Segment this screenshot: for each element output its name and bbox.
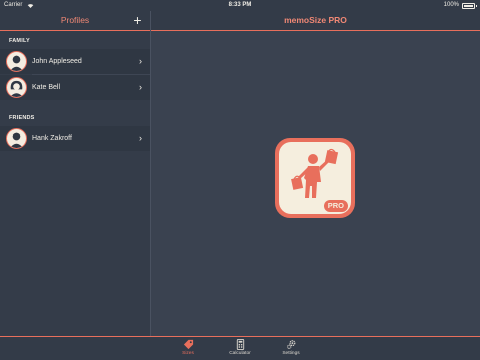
profile-row[interactable]: Hank Zakroff › [0, 126, 150, 151]
person-icon [9, 80, 24, 97]
tab-label: Calculator [229, 351, 251, 356]
calculator-icon [236, 339, 244, 350]
tag-icon [183, 339, 193, 350]
profile-name: John Appleseed [32, 58, 82, 65]
sidebar-title: Profiles [60, 15, 90, 25]
tab-calculator[interactable]: Calculator [220, 339, 260, 360]
chevron-right-icon: › [139, 133, 142, 143]
section-header-family: FAMILY [9, 38, 30, 44]
pro-badge: PRO [323, 200, 348, 212]
profile-row[interactable]: John Appleseed › [0, 49, 150, 74]
tab-sizes[interactable]: Sizes [168, 339, 208, 360]
profiles-sidebar: FAMILY John Appleseed › Kate Bell › FRIE… [0, 31, 150, 336]
avatar [6, 77, 27, 98]
person-icon [9, 55, 24, 71]
chevron-right-icon: › [139, 82, 142, 92]
person-icon [9, 132, 24, 148]
section-header-friends: FRIENDS [9, 115, 35, 121]
app-logo: PRO [275, 138, 355, 218]
detail-header: memoSize PRO [151, 11, 480, 30]
detail-pane: PRO [151, 31, 480, 336]
avatar [6, 128, 27, 149]
tab-bar: Sizes Calculator Settings [0, 337, 480, 360]
detail-title: memoSize PRO [284, 15, 347, 25]
profile-name: Kate Bell [32, 84, 61, 91]
chevron-right-icon: › [139, 56, 142, 66]
battery-percent: 100% [443, 2, 459, 8]
tab-label: Sizes [182, 351, 194, 356]
tab-settings[interactable]: Settings [271, 339, 311, 360]
status-bar: Carrier 8:33 PM 100% [0, 0, 480, 11]
avatar [6, 51, 27, 72]
add-profile-button[interactable]: + [131, 13, 144, 27]
status-time: 8:33 PM [228, 2, 252, 8]
profile-row[interactable]: Kate Bell › [0, 75, 150, 100]
profile-name: Hank Zakroff [32, 135, 72, 142]
gear-icon [286, 340, 295, 349]
sidebar-header: Profiles + [0, 11, 150, 30]
battery-icon [462, 3, 477, 9]
tab-label: Settings [282, 351, 300, 356]
